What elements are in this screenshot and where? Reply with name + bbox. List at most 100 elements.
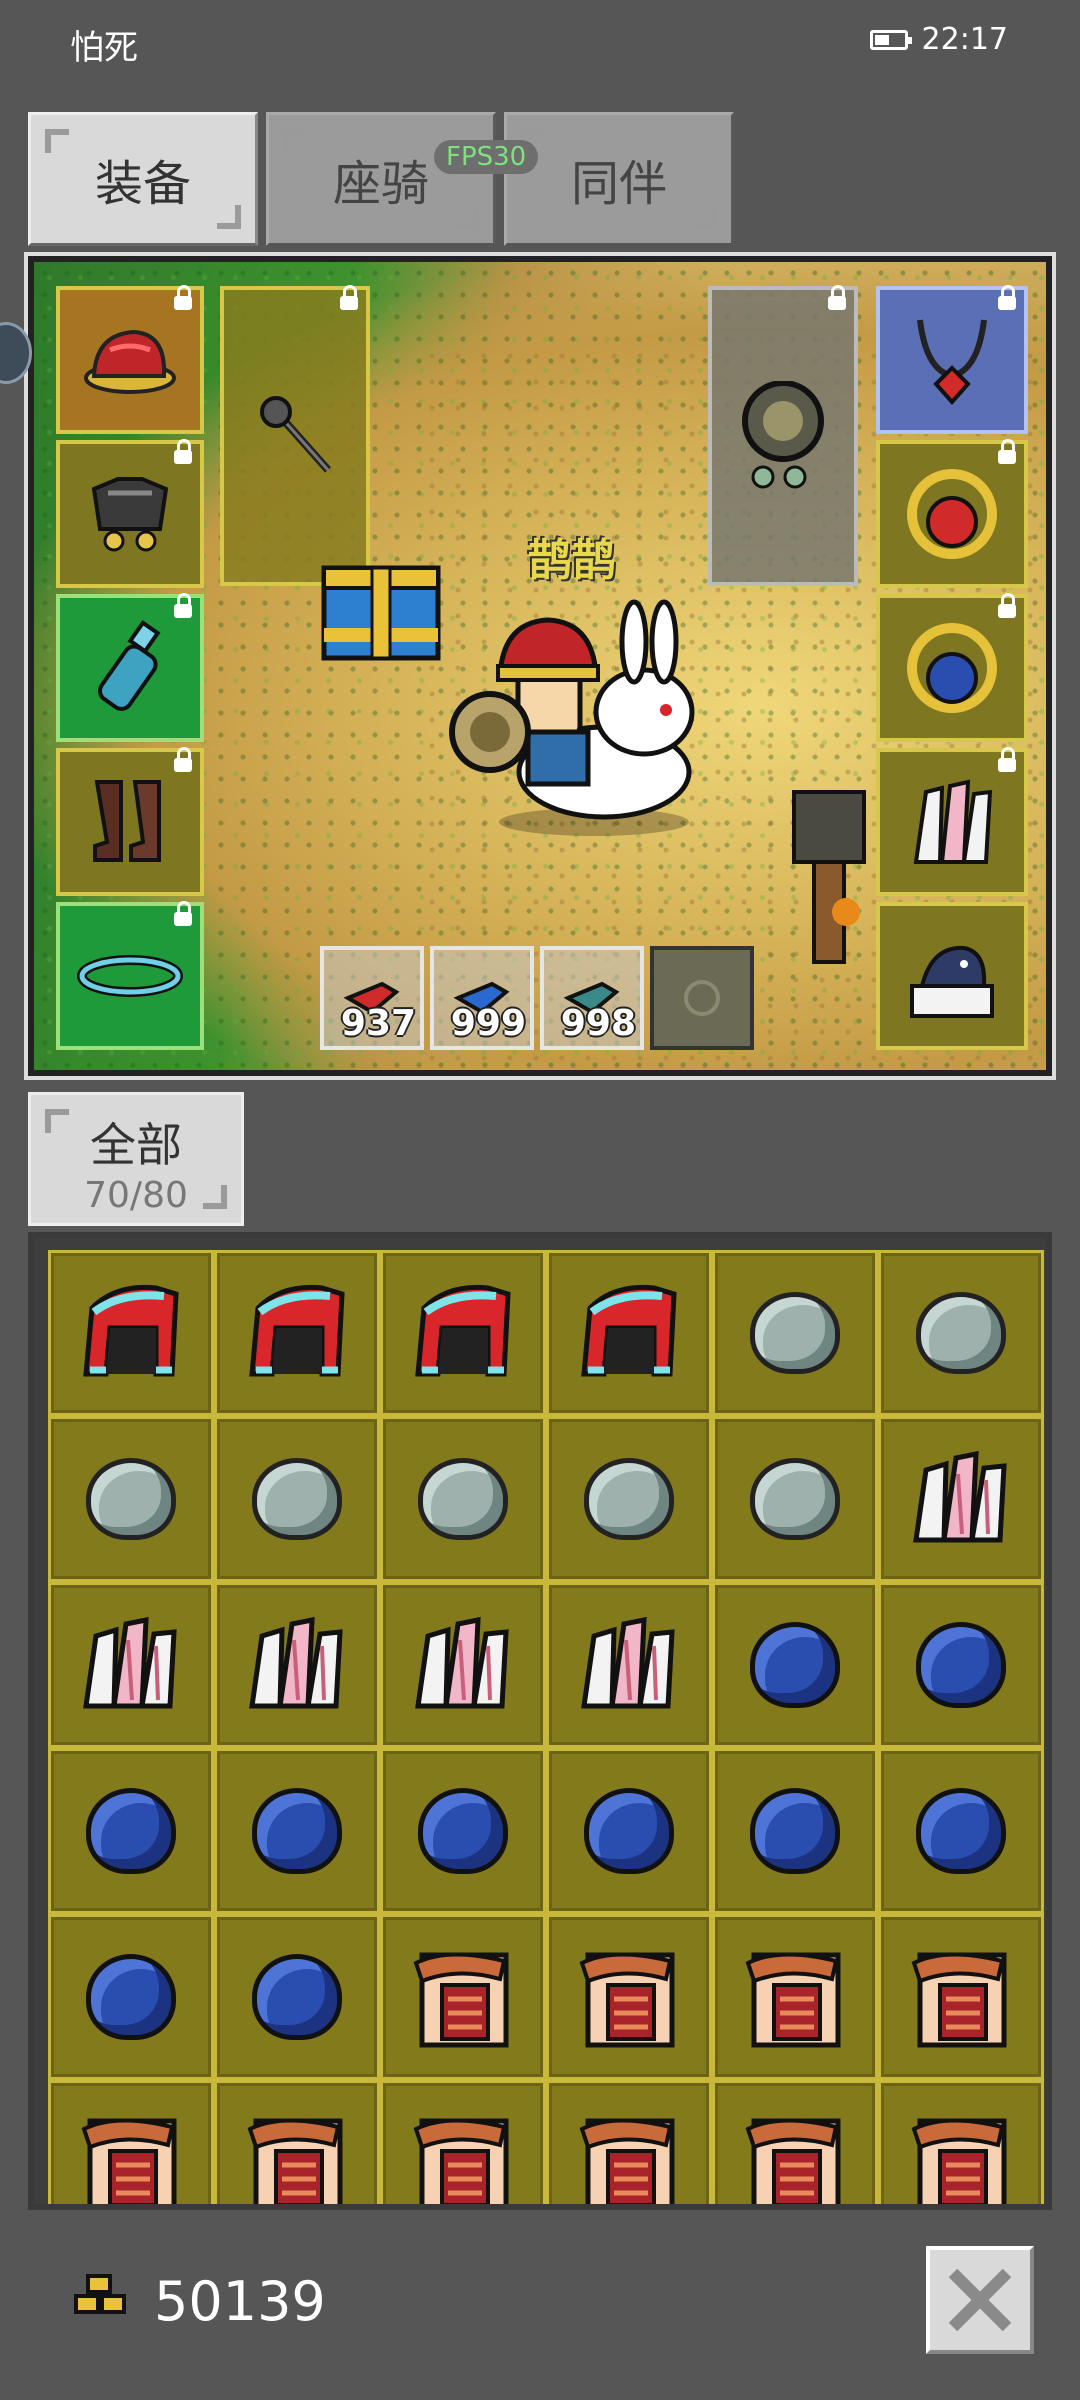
close-icon <box>948 2268 1012 2332</box>
inventory-slot[interactable] <box>546 1582 712 1748</box>
inventory-slot[interactable] <box>546 1914 712 2080</box>
tab-mount[interactable]: 座骑 <box>266 112 496 246</box>
consumable-slot-teal-potion[interactable]: 998 <box>540 946 644 1050</box>
inventory-slot[interactable] <box>214 1914 380 2080</box>
stone-icon <box>418 1458 508 1540</box>
slot-bracelet[interactable] <box>56 901 204 1050</box>
feather-icon <box>913 779 993 864</box>
slot-accessory[interactable] <box>56 593 204 742</box>
inventory-slot[interactable] <box>48 1582 214 1748</box>
inventory-slot[interactable] <box>878 1748 1044 1914</box>
lock-icon <box>174 593 192 618</box>
inventory-slot[interactable] <box>878 1582 1044 1748</box>
inventory-slot[interactable] <box>878 1250 1044 1416</box>
inventory-slot[interactable] <box>380 1748 546 1914</box>
slot-pet[interactable] <box>876 902 1028 1050</box>
feather-icon <box>83 1616 177 1709</box>
bracelet-icon <box>77 955 183 997</box>
slot-armor[interactable] <box>56 439 204 588</box>
fps-counter: FPS30 <box>434 140 539 174</box>
lock-icon <box>174 901 192 926</box>
tab-companion[interactable]: 同伴 <box>504 112 734 246</box>
tab-equipment[interactable]: 装备 <box>28 112 258 246</box>
inventory-slot[interactable] <box>712 1748 878 1914</box>
consumable-slot-red-potion[interactable]: 937 <box>320 946 424 1050</box>
stone-icon <box>916 1292 1006 1374</box>
inventory-slot[interactable] <box>712 2080 878 2204</box>
lock-icon <box>998 593 1016 618</box>
inventory-slot[interactable] <box>712 1914 878 2080</box>
inventory-slot[interactable] <box>48 1748 214 1914</box>
empty-slot-icon <box>684 980 720 1016</box>
battery-icon <box>869 29 912 50</box>
inventory-slot[interactable] <box>546 1416 712 1582</box>
inventory-slot[interactable] <box>214 1582 380 1748</box>
status-indicators: 22:17 <box>869 22 1008 57</box>
inventory-slot[interactable] <box>878 2080 1044 2204</box>
scroll-icon <box>745 2118 841 2204</box>
inventory-slot[interactable] <box>48 2080 214 2204</box>
inventory-slot[interactable] <box>214 2080 380 2204</box>
inventory-slot[interactable] <box>380 1914 546 2080</box>
inventory-slot[interactable] <box>878 1914 1044 2080</box>
inventory-slot[interactable] <box>380 1250 546 1416</box>
gold-coins-icon <box>74 2274 126 2314</box>
inventory-slot[interactable] <box>712 1582 878 1748</box>
red-hat-icon <box>415 1284 511 1377</box>
sapphire-icon <box>584 1788 674 1874</box>
magpie-icon <box>910 945 994 1018</box>
inventory-slot[interactable] <box>380 1582 546 1748</box>
lock-icon <box>998 285 1016 310</box>
inventory-slot[interactable] <box>214 1748 380 1914</box>
mace-icon <box>260 396 331 473</box>
slot-ring-1[interactable] <box>876 439 1028 588</box>
inventory-slot[interactable] <box>546 1250 712 1416</box>
lock-icon <box>828 285 846 310</box>
inventory-slot[interactable] <box>48 1914 214 2080</box>
scroll-icon <box>579 2118 675 2204</box>
inventory-slot[interactable] <box>380 1416 546 1582</box>
npc-figure <box>792 790 866 964</box>
lock-icon <box>998 439 1016 464</box>
slot-helmet[interactable] <box>56 285 204 434</box>
feather-icon <box>249 1616 343 1709</box>
close-button[interactable] <box>926 2246 1034 2354</box>
inventory-slot[interactable] <box>380 2080 546 2204</box>
stone-icon <box>86 1458 176 1540</box>
player-character[interactable] <box>444 582 724 842</box>
boots-icon <box>93 780 161 862</box>
consumable-slot-blue-potion[interactable]: 999 <box>430 946 534 1050</box>
scroll-icon <box>413 2118 509 2204</box>
slot-boots[interactable] <box>56 747 204 896</box>
scroll-icon <box>911 2118 1007 2204</box>
slot-wing[interactable] <box>876 747 1028 896</box>
sapphire-icon <box>252 1954 342 2040</box>
necklace-icon <box>917 319 987 406</box>
inventory-slot[interactable] <box>48 1416 214 1582</box>
inventory-slot[interactable] <box>214 1416 380 1582</box>
lock-icon <box>998 747 1016 772</box>
red-hat-icon <box>581 1284 677 1377</box>
sapphire-icon <box>86 1788 176 1874</box>
filter-tab-all[interactable]: 全部 70/80 <box>28 1092 244 1226</box>
inventory-slot[interactable] <box>214 1250 380 1416</box>
ruby-ring-icon <box>907 469 997 559</box>
inventory-slot[interactable] <box>712 1416 878 1582</box>
clock: 22:17 <box>921 22 1008 57</box>
character-name: 鹊鹊 <box>528 535 616 586</box>
bottle-icon <box>98 620 161 711</box>
sapphire-icon <box>750 1788 840 1874</box>
inventory-slot[interactable] <box>546 1748 712 1914</box>
slot-ring-2[interactable] <box>876 593 1028 742</box>
sapphire-icon <box>750 1622 840 1708</box>
consumable-slot-empty[interactable] <box>650 946 754 1050</box>
slot-necklace[interactable] <box>876 285 1028 434</box>
slot-shield[interactable] <box>708 285 858 586</box>
inventory-slot[interactable] <box>878 1416 1044 1582</box>
sapphire-ring-icon <box>907 623 997 713</box>
lock-icon <box>174 285 192 310</box>
inventory-panel[interactable] <box>28 1232 1052 2210</box>
inventory-slot[interactable] <box>48 1250 214 1416</box>
inventory-slot[interactable] <box>546 2080 712 2204</box>
inventory-slot[interactable] <box>712 1250 878 1416</box>
